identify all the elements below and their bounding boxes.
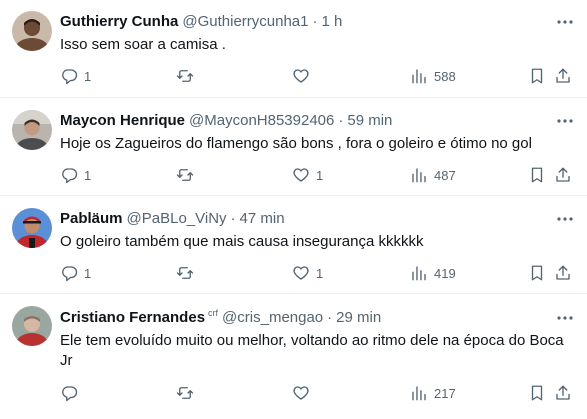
author-handle[interactable]: @MayconH85392406 (189, 111, 334, 131)
views-button[interactable]: 419 (410, 263, 456, 283)
view-count: 588 (434, 68, 456, 84)
author-name[interactable]: Guthierry Cunha (60, 12, 178, 32)
retweet-icon (176, 70, 194, 82)
share-button[interactable] (554, 383, 572, 403)
reply-count: 1 (84, 68, 92, 84)
bookmark-icon (531, 385, 543, 401)
heart-icon (293, 69, 309, 83)
reply-icon (62, 69, 78, 85)
tweet-header: Maycon Henrique @MayconH85392406 · 59 mi… (60, 111, 392, 131)
separator: · (230, 210, 236, 227)
author-handle[interactable]: @PaBLo_ViNy (127, 209, 227, 229)
retweet-icon (176, 267, 194, 279)
tweet-actions: 1 1 487 (60, 165, 570, 185)
avatar[interactable] (12, 306, 52, 346)
bookmark-icon (531, 68, 543, 84)
like-count: 1 (316, 167, 324, 183)
views-icon (412, 69, 426, 84)
view-count: 487 (434, 167, 456, 183)
avatar[interactable] (12, 110, 52, 150)
reply-icon (62, 386, 78, 402)
reply-button[interactable]: 1 (60, 66, 91, 86)
heart-icon (293, 386, 309, 400)
more-icon[interactable] (555, 12, 575, 32)
timestamp[interactable]: 1 h (321, 12, 342, 32)
timestamp[interactable]: 47 min (240, 209, 285, 229)
tweet-actions: 1 588 (60, 66, 570, 86)
bookmark-button[interactable] (528, 383, 546, 403)
bookmark-button[interactable] (528, 263, 546, 283)
avatar[interactable] (12, 11, 52, 51)
retweet-icon (176, 387, 194, 399)
heart-icon (293, 266, 309, 280)
separator: · (338, 112, 344, 129)
bookmark-button[interactable] (528, 66, 546, 86)
bookmark-icon (531, 167, 543, 183)
views-icon (412, 168, 426, 183)
like-button[interactable]: 1 (292, 165, 323, 185)
tweet-item[interactable]: Maycon Henrique @MayconH85392406 · 59 mi… (0, 98, 587, 196)
view-count: 217 (434, 385, 456, 401)
retweet-button[interactable] (176, 263, 200, 283)
views-button[interactable]: 588 (410, 66, 456, 86)
author-handle[interactable]: @cris_mengao (222, 308, 323, 328)
tweet-text: Hoje os Zagueiros do flamengo são bons ,… (60, 135, 532, 152)
tweet-item[interactable]: Guthierry Cunha @Guthierrycunha1 · 1 h I… (0, 0, 587, 98)
like-button[interactable] (292, 66, 316, 86)
reply-icon (62, 168, 78, 184)
reply-feed: Guthierry Cunha @Guthierrycunha1 · 1 h I… (0, 0, 587, 419)
tweet-text: O goleiro também que mais causa insegura… (60, 233, 424, 250)
author-name[interactable]: Pabläum (60, 209, 123, 229)
more-icon[interactable] (555, 308, 575, 328)
retweet-icon (176, 169, 194, 181)
retweet-button[interactable] (176, 383, 200, 403)
tweet-header: Pabläum @PaBLo_ViNy · 47 min (60, 209, 285, 229)
share-button[interactable] (554, 66, 572, 86)
avatar[interactable] (12, 208, 52, 248)
share-icon (556, 265, 570, 280)
share-icon (556, 385, 570, 400)
heart-icon (293, 168, 309, 182)
like-button[interactable]: 1 (292, 263, 323, 283)
tweet-actions: 1 1 419 (60, 263, 570, 283)
separator: · (312, 13, 318, 30)
share-button[interactable] (554, 165, 572, 185)
reply-button[interactable]: 1 (60, 263, 91, 283)
tweet-header: Guthierry Cunha @Guthierrycunha1 · 1 h (60, 12, 342, 32)
like-count: 1 (316, 265, 324, 281)
views-button[interactable]: 217 (410, 383, 456, 403)
reply-button[interactable] (60, 383, 84, 403)
more-icon[interactable] (555, 209, 575, 229)
views-icon (412, 266, 426, 281)
like-button[interactable] (292, 383, 316, 403)
view-count: 419 (434, 265, 456, 281)
bookmark-icon (531, 265, 543, 281)
tweet-header: Cristiano Fernandes crf @cris_mengao · 2… (60, 308, 381, 328)
author-handle[interactable]: @Guthierrycunha1 (182, 12, 308, 32)
reply-count: 1 (84, 167, 92, 183)
retweet-button[interactable] (176, 165, 200, 185)
author-name[interactable]: Cristiano Fernandes (60, 308, 205, 328)
share-button[interactable] (554, 263, 572, 283)
profile-badge: crf (208, 308, 219, 318)
share-icon (556, 167, 570, 182)
author-name[interactable]: Maycon Henrique (60, 111, 185, 131)
reply-button[interactable]: 1 (60, 165, 91, 185)
tweet-text: Ele tem evoluído muito ou melhor, voltan… (60, 332, 564, 369)
timestamp[interactable]: 59 min (347, 111, 392, 131)
timestamp[interactable]: 29 min (336, 308, 381, 328)
tweet-item[interactable]: Cristiano Fernandes crf @cris_mengao · 2… (0, 294, 587, 419)
tweet-text: Isso sem soar a camisa . (60, 36, 226, 53)
more-icon[interactable] (555, 111, 575, 131)
tweet-actions: 217 (60, 383, 570, 403)
share-icon (556, 68, 570, 83)
retweet-button[interactable] (176, 66, 200, 86)
reply-icon (62, 266, 78, 282)
tweet-item[interactable]: Pabläum @PaBLo_ViNy · 47 min O goleiro t… (0, 196, 587, 294)
reply-count: 1 (84, 265, 92, 281)
views-button[interactable]: 487 (410, 165, 456, 185)
views-icon (412, 386, 426, 401)
bookmark-button[interactable] (528, 165, 546, 185)
separator: · (327, 309, 333, 326)
